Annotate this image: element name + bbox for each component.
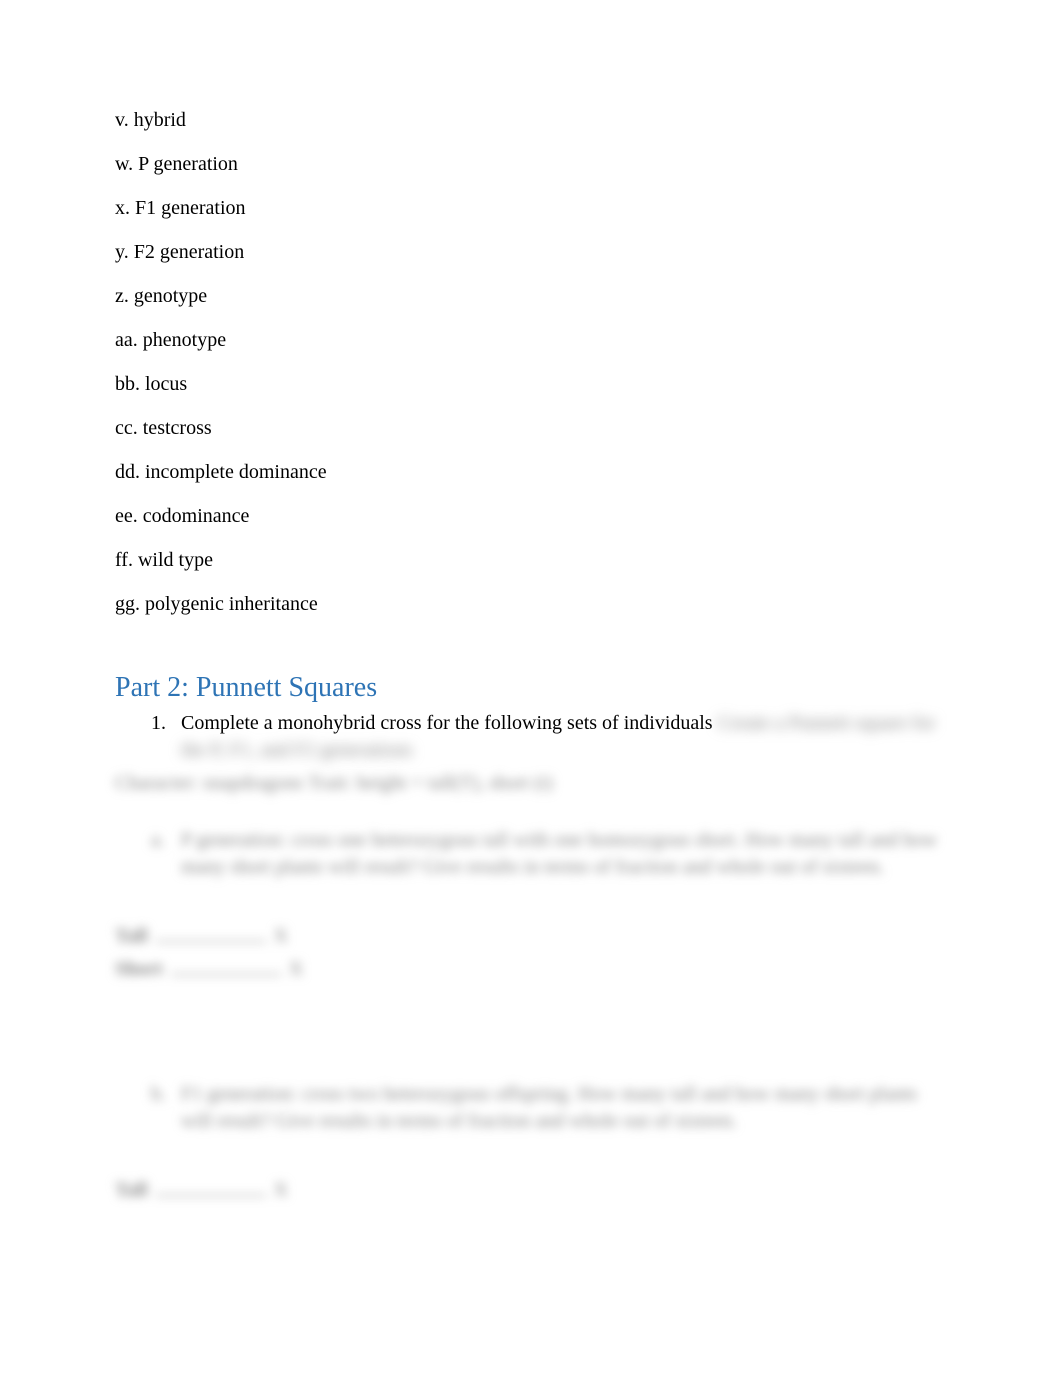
- question-1-number: 1.: [151, 710, 181, 764]
- character-trait-line: Character: snapdragons Trait: height = t…: [115, 770, 947, 797]
- answer-a-tall-label: Tall: [115, 925, 148, 948]
- spacer: [115, 981, 947, 1051]
- term-item-ee: ee. codominance: [115, 506, 947, 526]
- term-item-w: w. P generation: [115, 154, 947, 174]
- answer-a-tall: Tall X: [115, 921, 947, 948]
- answer-b-tall-blank: [156, 1175, 266, 1196]
- answer-a-tall-blank: [156, 921, 266, 942]
- section-heading-part2: Part 2: Punnett Squares: [115, 672, 947, 704]
- answer-a-short-blank: [171, 954, 281, 975]
- question-1: 1. Complete a monohybrid cross for the f…: [151, 710, 947, 764]
- answer-b-tall: Tall X: [115, 1175, 947, 1202]
- subquestion-a-text: P generation: cross one heterozygous tal…: [181, 827, 947, 881]
- term-list: v. hybrid w. P generation x. F1 generati…: [115, 110, 947, 614]
- answer-a-short: Short X: [115, 954, 947, 981]
- term-item-aa: aa. phenotype: [115, 330, 947, 350]
- term-item-y: y. F2 generation: [115, 242, 947, 262]
- question-1-body: Complete a monohybrid cross for the foll…: [181, 710, 947, 764]
- subquestion-b-text: F1 generation: cross two heterozygous of…: [181, 1081, 947, 1135]
- subquestion-b: b. F1 generation: cross two heterozygous…: [151, 1081, 947, 1135]
- term-item-dd: dd. incomplete dominance: [115, 462, 947, 482]
- term-item-bb: bb. locus: [115, 374, 947, 394]
- answer-a-short-x: X: [289, 958, 303, 981]
- term-item-cc: cc. testcross: [115, 418, 947, 438]
- question-list: 1. Complete a monohybrid cross for the f…: [115, 710, 947, 764]
- answer-b-tall-x: X: [274, 1179, 288, 1202]
- document-page: v. hybrid w. P generation x. F1 generati…: [0, 0, 1062, 1376]
- term-item-gg: gg. polygenic inheritance: [115, 594, 947, 614]
- subquestion-a: a. P generation: cross one heterozygous …: [151, 827, 947, 881]
- subquestion-a-mark: a.: [151, 827, 181, 881]
- term-item-ff: ff. wild type: [115, 550, 947, 570]
- term-item-v: v. hybrid: [115, 110, 947, 130]
- question-1-visible-text: Complete a monohybrid cross for the foll…: [181, 712, 713, 734]
- answer-b-tall-label: Tall: [115, 1179, 148, 1202]
- subquestion-b-mark: b.: [151, 1081, 181, 1135]
- answer-a-short-label: Short: [115, 958, 163, 981]
- term-item-x: x. F1 generation: [115, 198, 947, 218]
- term-item-z: z. genotype: [115, 286, 947, 306]
- answer-a-tall-x: X: [274, 925, 288, 948]
